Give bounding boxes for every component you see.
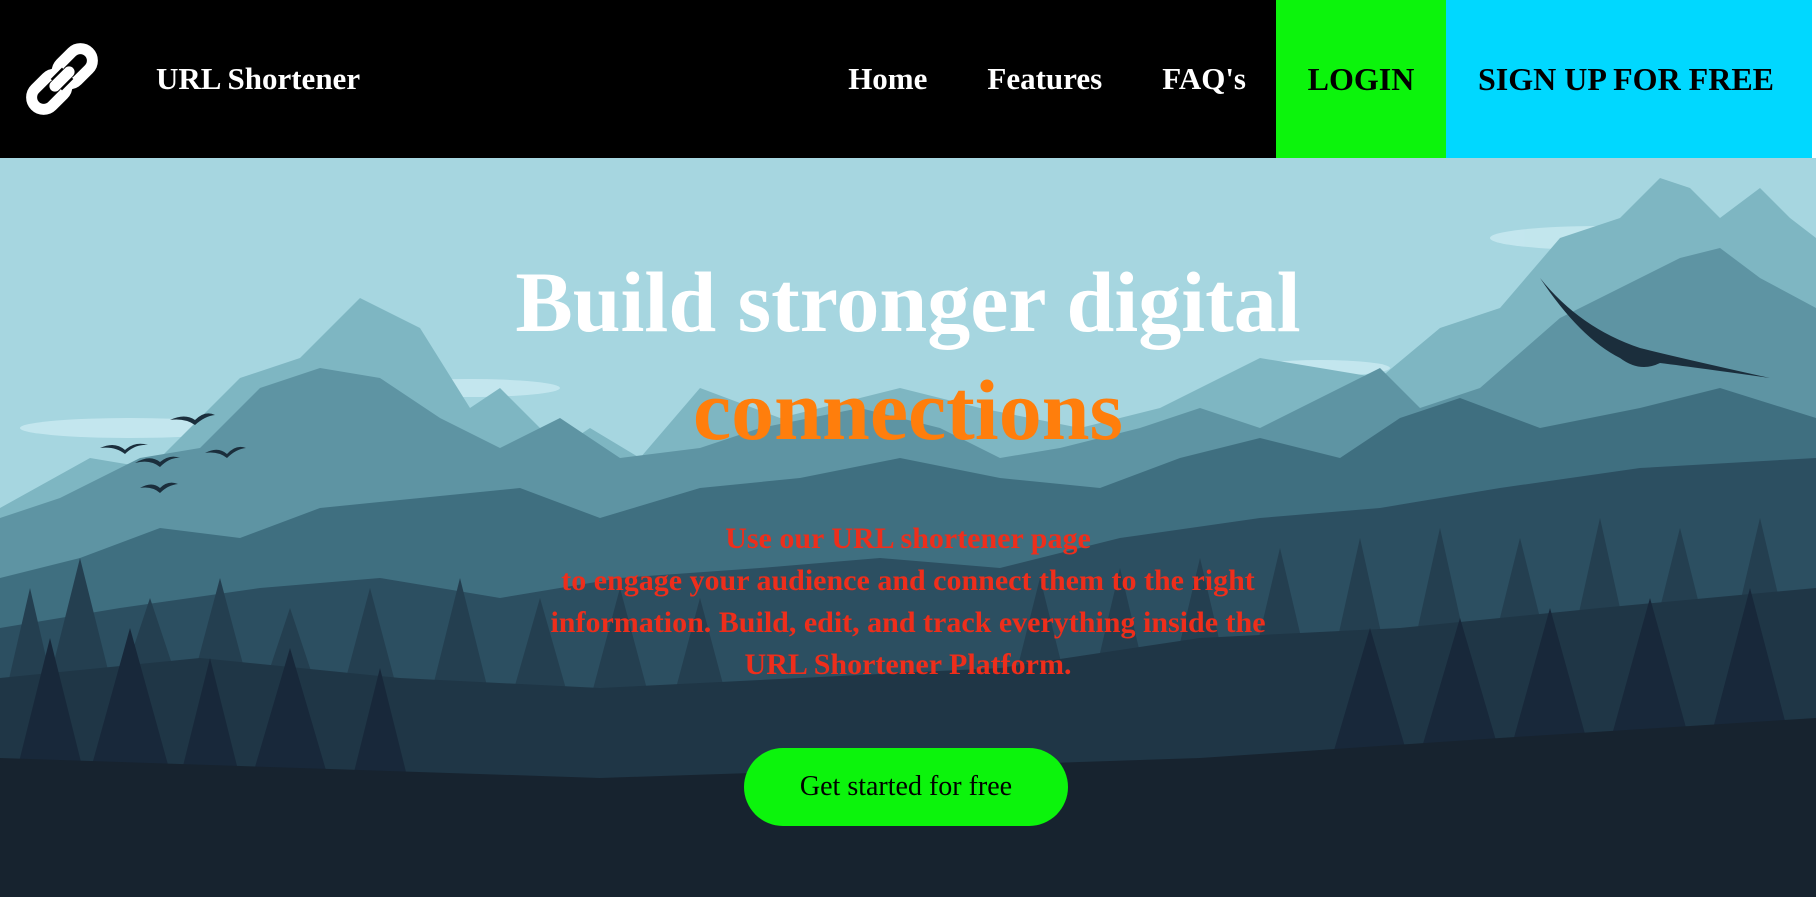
- hero-subtext-line: Use our URL shortener page: [725, 522, 1091, 555]
- nav-link-home[interactable]: Home: [818, 0, 957, 158]
- link-icon: [12, 29, 112, 129]
- signup-button[interactable]: SIGN UP FOR FREE: [1446, 0, 1812, 158]
- navbar: URL Shortener Home Features FAQ's LOGIN …: [0, 0, 1816, 158]
- hero-headline-line1: Build stronger digital: [515, 254, 1301, 350]
- brand[interactable]: URL Shortener: [0, 0, 360, 158]
- get-started-button[interactable]: Get started for free: [744, 748, 1068, 826]
- hero-subtext-line: to engage your audience and connect them…: [561, 564, 1255, 597]
- page: URL Shortener Home Features FAQ's LOGIN …: [0, 0, 1816, 897]
- nav-link-faqs[interactable]: FAQ's: [1132, 0, 1276, 158]
- login-button[interactable]: LOGIN: [1276, 0, 1446, 158]
- hero-subtext-line: URL Shortener Platform.: [744, 648, 1072, 681]
- page-edge: [1812, 0, 1816, 158]
- hero-headline: Build stronger digital connections: [0, 248, 1816, 464]
- nav-links: Home Features FAQ's LOGIN SIGN UP FOR FR…: [818, 0, 1816, 158]
- hero-headline-accent: connections: [693, 362, 1123, 458]
- hero-subtext: Use our URL shortener page to engage you…: [468, 518, 1348, 686]
- nav-link-features[interactable]: Features: [957, 0, 1132, 158]
- hero-section: Build stronger digital connections Use o…: [0, 158, 1816, 897]
- brand-name: URL Shortener: [156, 61, 361, 96]
- hero-subtext-line: information. Build, edit, and track ever…: [550, 606, 1266, 639]
